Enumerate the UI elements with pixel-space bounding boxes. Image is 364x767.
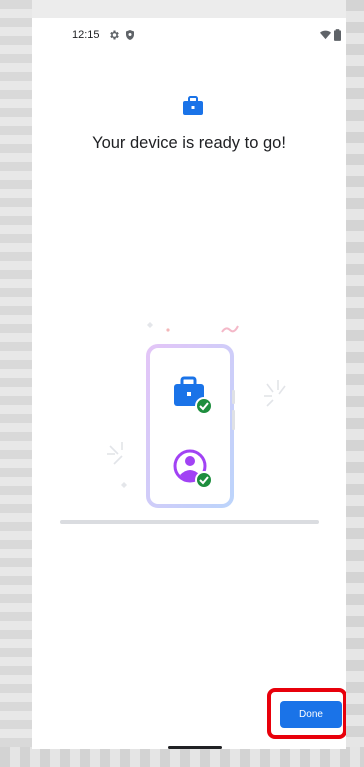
navigation-handle[interactable] (168, 746, 222, 749)
status-bar: 12:15 (32, 18, 346, 52)
progress-divider (60, 520, 319, 524)
briefcase-icon (183, 96, 203, 115)
status-time: 12:15 (72, 29, 100, 41)
shield-icon (126, 30, 134, 40)
battery-icon (334, 29, 341, 41)
page-title: Your device is ready to go! (92, 134, 286, 152)
gear-icon (110, 30, 119, 40)
frame-bottom (0, 747, 364, 767)
wifi-icon (320, 30, 331, 40)
phone-screen: 12:15 Your device is ready to go! Done (32, 18, 346, 749)
device-ready-illustration (107, 322, 286, 508)
frame-right (346, 0, 364, 767)
done-button[interactable]: Done (280, 701, 342, 728)
frame-left (0, 0, 32, 767)
